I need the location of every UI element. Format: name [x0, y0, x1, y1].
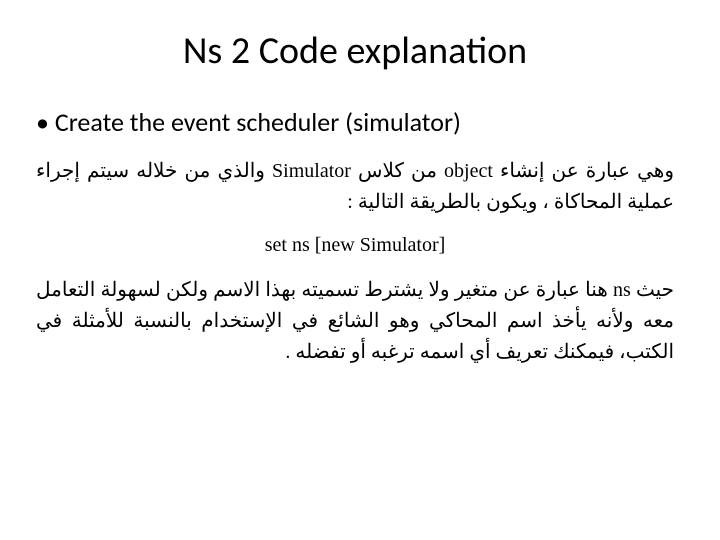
paragraph-explanation: حيث ns هنا عبارة عن متغير ولا يشترط تسمي… — [36, 275, 674, 368]
text-fragment: هنا عبارة عن متغير ولا يشترط تسميته بهذا… — [36, 279, 674, 363]
inline-latin-ns: ns — [613, 279, 631, 301]
bullet-create-scheduler: Create the event scheduler (simulator) — [30, 106, 680, 138]
text-fragment: من كلاس — [351, 160, 444, 182]
inline-latin-simulator: Simulator — [272, 160, 351, 182]
inline-latin-object: object — [444, 160, 493, 182]
page-title: Ns 2 Code explanation — [30, 28, 680, 74]
text-fragment: وهي عبارة عن إنشاء — [493, 160, 674, 182]
slide: Ns 2 Code explanation Create the event s… — [0, 0, 720, 540]
text-fragment: حيث — [631, 279, 674, 301]
paragraph-intro: وهي عبارة عن إنشاء object من كلاس Simula… — [36, 156, 674, 218]
code-set-ns: set ns [new Simulator] — [30, 234, 680, 257]
